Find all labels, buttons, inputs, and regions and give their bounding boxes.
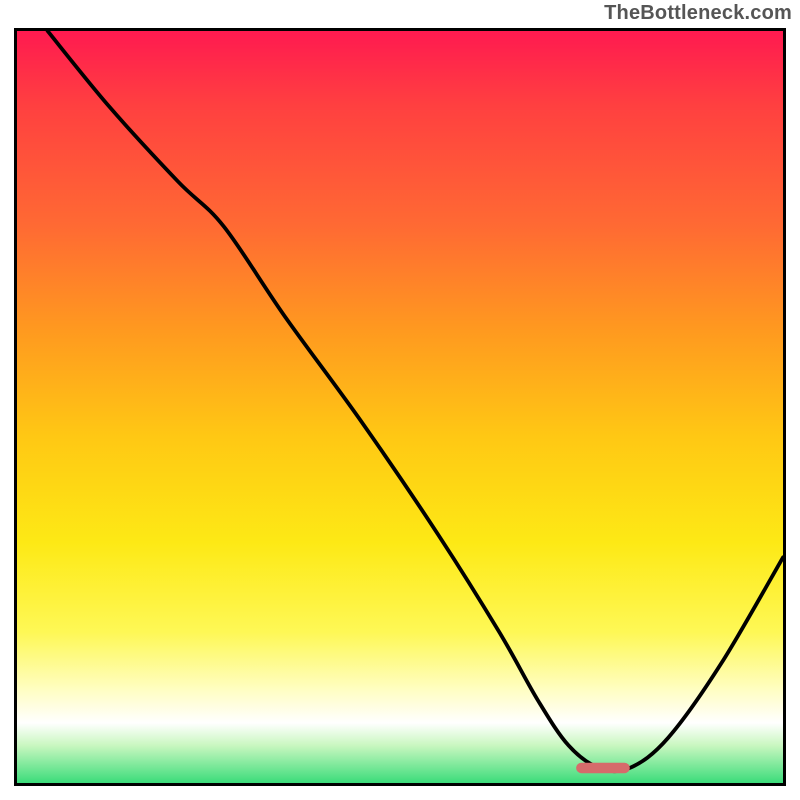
plot-area — [14, 28, 786, 786]
bottleneck-curve-path — [48, 31, 783, 771]
watermark-text: TheBottleneck.com — [604, 2, 792, 25]
chart-frame: TheBottleneck.com — [0, 0, 800, 800]
optimal-marker — [576, 763, 630, 774]
plot-svg — [17, 31, 783, 783]
